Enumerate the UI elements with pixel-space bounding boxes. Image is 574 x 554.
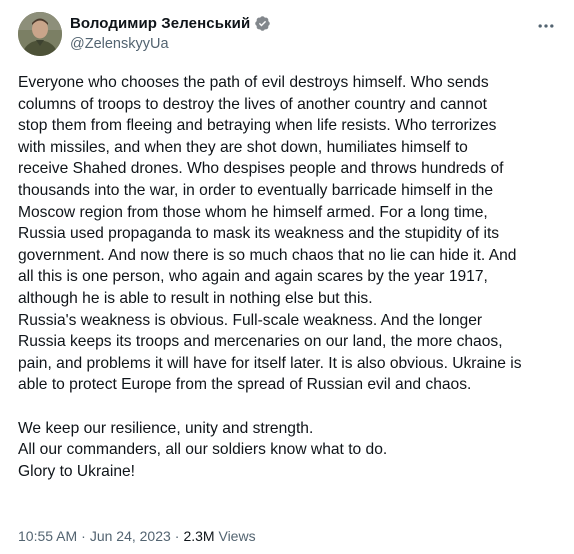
author-avatar[interactable] — [18, 12, 62, 56]
tweet-text: Everyone who chooses the path of evil de… — [18, 74, 522, 480]
views-count: 2.3M — [183, 528, 215, 544]
tweet-time[interactable]: 10:55 AM — [18, 528, 77, 544]
tweet-metadata: 10:55 AM · Jun 24, 2023 · 2.3M Views — [18, 528, 256, 544]
views-label: Views — [218, 528, 256, 544]
display-name-row: Володимир Зеленський — [70, 13, 271, 33]
meta-separator-2: · — [174, 528, 180, 544]
verified-badge-icon[interactable] — [254, 15, 271, 32]
meta-separator: · — [81, 528, 86, 544]
author-handle[interactable]: @ZelenskyyUa — [70, 36, 271, 52]
author-display-name[interactable]: Володимир Зеленський — [70, 15, 250, 32]
tweet-header: Володимир Зеленський @ZelenskyyUa — [18, 10, 558, 58]
avatar-image — [18, 12, 62, 56]
tweet-card: Володимир Зеленський @ZelenskyyUa Everyo… — [0, 0, 574, 554]
more-options-icon[interactable] — [536, 16, 556, 36]
author-names: Володимир Зеленський @ZelenskyyUa — [70, 13, 271, 52]
tweet-date[interactable]: Jun 24, 2023 — [90, 528, 171, 544]
